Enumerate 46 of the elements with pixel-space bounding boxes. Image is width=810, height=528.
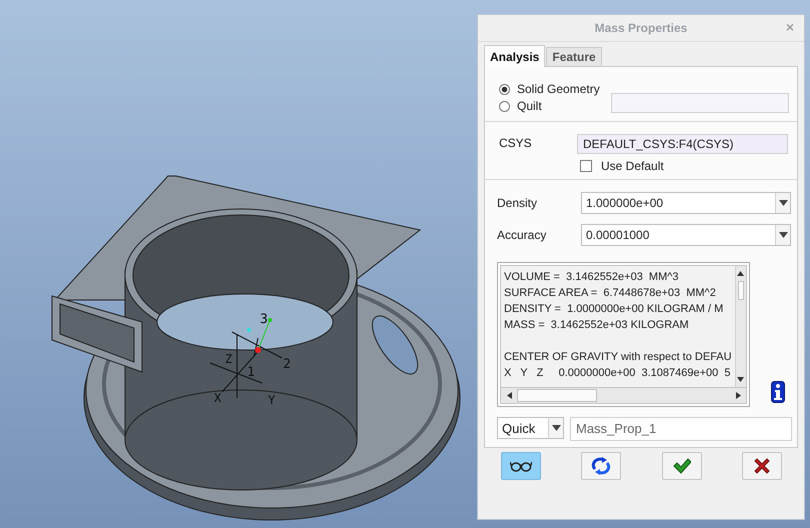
axis-label: 1 — [247, 365, 255, 380]
axis-label: X — [214, 391, 222, 405]
ok-button[interactable] — [662, 452, 702, 480]
axis-label: 2 — [283, 357, 291, 372]
caret-icon — [775, 193, 790, 213]
scroll-thumb[interactable] — [738, 281, 744, 300]
result-line: SURFACE AREA = 6.7448678e+03 MM^2 — [504, 286, 717, 301]
dropdown[interactable]: Quick — [497, 417, 564, 439]
caret-icon — [775, 225, 790, 245]
horizontal-scrollbar[interactable] — [500, 387, 747, 404]
window-title: Mass Properties — [594, 21, 688, 35]
tab[interactable]: Feature — [546, 47, 602, 66]
radio-button[interactable] — [499, 84, 510, 94]
csys-field[interactable]: DEFAULT_CSYS:F4(CSYS) — [577, 134, 788, 154]
glasses-icon — [510, 460, 532, 472]
radio-button[interactable] — [499, 100, 510, 112]
circular-arrows-icon — [591, 457, 612, 475]
info-icon[interactable] — [771, 381, 785, 403]
x-mark-icon — [754, 458, 770, 474]
field-label: CSYS — [499, 135, 533, 152]
quilt-field[interactable] — [610, 93, 789, 113]
checkbox[interactable] — [580, 160, 592, 172]
result-line: CENTER OF GRAVITY with respect to DEFAU — [504, 350, 732, 365]
result-line: DENSITY = 1.0000000e+00 KILOGRAM / M — [504, 302, 724, 317]
repeat-button[interactable] — [581, 452, 622, 480]
vertical-scrollbar[interactable] — [734, 266, 746, 387]
result-line: MASS = 3.1462552e+03 KILOGRAM — [504, 318, 690, 333]
radio-label: Quilt — [517, 99, 542, 113]
tab[interactable]: Analysis — [484, 45, 546, 67]
result-line: VOLUME = 3.1462552e+03 MM^3 — [504, 270, 680, 285]
preview-button[interactable] — [501, 452, 541, 480]
field-label: Density — [497, 196, 538, 210]
scroll-thumb[interactable] — [517, 389, 597, 402]
radio-label: Solid Geometry — [517, 82, 600, 96]
dropdown[interactable]: 0.00001000 — [581, 224, 791, 246]
field-label: Accuracy — [497, 228, 548, 242]
caret-icon — [548, 418, 563, 438]
checkbox-label: Use Default — [601, 159, 664, 173]
result-line: X Y Z 0.0000000e+00 3.1087469e+00 5 — [504, 366, 732, 381]
axis-label: Z — [225, 352, 232, 366]
cancel-button[interactable] — [742, 452, 782, 480]
dropdown[interactable]: 1.000000e+00 — [581, 192, 791, 214]
axis-label: Y — [268, 393, 276, 407]
name-field[interactable]: Mass_Prop_1 — [570, 417, 792, 441]
axis-label: 3 — [260, 312, 268, 327]
checkmark-icon — [672, 458, 691, 474]
